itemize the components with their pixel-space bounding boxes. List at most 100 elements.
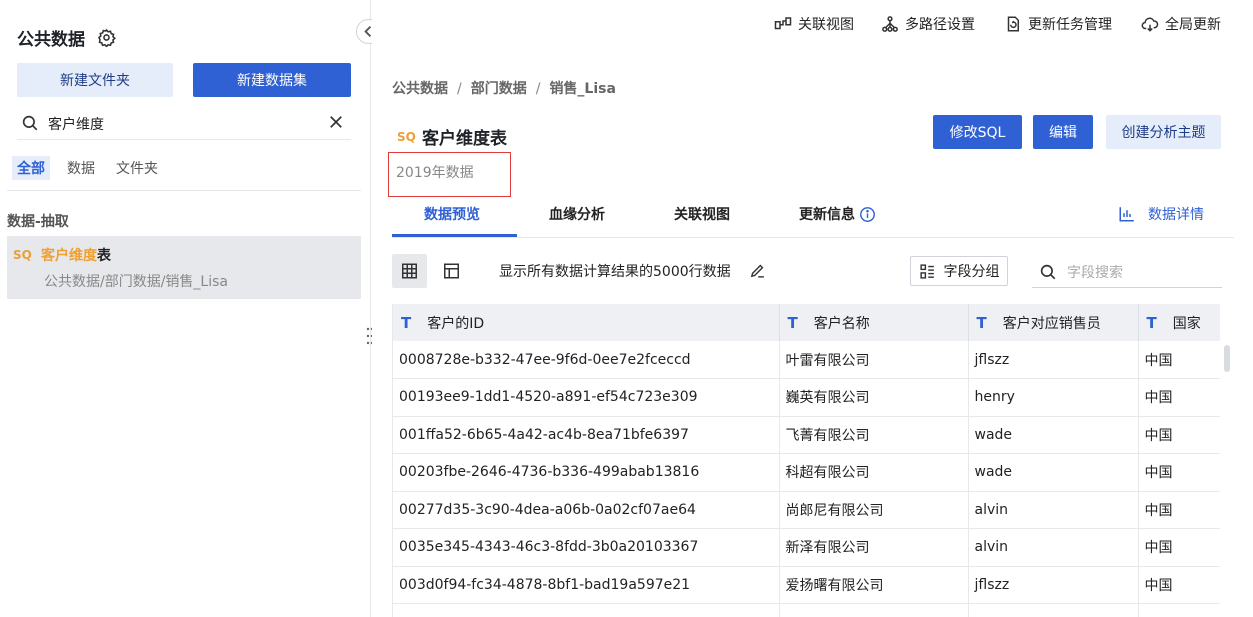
- field-group-icon: [919, 263, 934, 279]
- search-input[interactable]: 客户维度: [48, 114, 104, 134]
- table-cell: wade: [968, 453, 1139, 492]
- table-cell: 爱扬曙有限公司: [779, 566, 969, 604]
- layout-view-button[interactable]: [434, 254, 469, 288]
- column-header[interactable]: T 客户对应销售员: [968, 304, 1139, 341]
- sidebar-title: 公共数据: [17, 30, 85, 50]
- field-search[interactable]: 字段搜索: [1032, 256, 1222, 288]
- highlight-box: [388, 152, 511, 197]
- filter-all[interactable]: 全部: [12, 156, 50, 180]
- table-cell: 巍英有限公司: [779, 378, 969, 417]
- gear-icon[interactable]: [97, 28, 117, 48]
- table-row[interactable]: 001ffa52-6b65-4a42-ac4b-8ea71bfe6397 飞菁有限…: [393, 416, 1220, 454]
- table-cell: wade: [968, 416, 1139, 454]
- result-name-rest: 表: [97, 248, 111, 264]
- sql-type-glyph: SQL: [13, 248, 33, 261]
- table-row[interactable]: 0035e345-4343-46c3-8fdd-3b0a20103367 新泽有限…: [393, 528, 1220, 567]
- breadcrumb-item[interactable]: 部门数据: [471, 81, 527, 97]
- breadcrumb-item[interactable]: 公共数据: [392, 81, 448, 97]
- table-cell: 00203fbe-2646-4736-b336-499abab13816: [393, 453, 780, 492]
- data-detail-label: 数据详情: [1148, 207, 1204, 223]
- table-cell: 中国: [1138, 341, 1220, 379]
- table-cell: alvin: [968, 491, 1139, 529]
- column-header[interactable]: T 国家: [1138, 304, 1220, 341]
- table-row[interactable]: 0008728e-b332-47ee-9f6d-0ee7e2fceccd 叶雷有限…: [393, 341, 1220, 379]
- multipath-icon: [882, 16, 898, 32]
- table-row[interactable]: 00203fbe-2646-4736-b336-499abab13816 科超有限…: [393, 453, 1220, 492]
- sql-type-glyph: SQL: [397, 130, 417, 143]
- edit-button[interactable]: 编辑: [1033, 115, 1093, 149]
- table-cell: 飞菁有限公司: [779, 416, 969, 454]
- grid-view-button[interactable]: [392, 254, 427, 288]
- table-cell: 003d0f94-fc34-4878-8bf1-bad19a597e21: [393, 566, 780, 604]
- multipath-label: 多路径设置: [905, 17, 975, 33]
- sql-type-icon: SQL: [13, 247, 40, 264]
- create-analysis-topic-button[interactable]: 创建分析主题: [1106, 115, 1221, 149]
- filter-data[interactable]: 数据: [62, 156, 100, 180]
- table-row[interactable]: 00193ee9-1dd1-4520-a891-ef54c723e309 巍英有限…: [393, 378, 1220, 417]
- relation-view-button[interactable]: 关联视图: [774, 14, 854, 34]
- tab-data-preview[interactable]: 数据预览: [424, 204, 480, 224]
- sidebar-search[interactable]: 客户维度: [17, 106, 351, 140]
- global-update-label: 全局更新: [1165, 17, 1221, 33]
- data-detail-link[interactable]: 数据详情: [1118, 204, 1204, 224]
- table-cell: 中国: [1138, 378, 1220, 417]
- global-update-button[interactable]: 全局更新: [1141, 14, 1221, 34]
- result-path: 公共数据/部门数据/销售_Lisa: [44, 274, 228, 290]
- table-cell: 中国: [1138, 416, 1220, 454]
- column-header[interactable]: T 客户名称: [779, 304, 969, 341]
- field-search-input[interactable]: 字段搜索: [1067, 262, 1123, 282]
- field-group-button[interactable]: 字段分组: [910, 256, 1008, 286]
- tab-lineage[interactable]: 血缘分析: [549, 204, 605, 224]
- task-icon: [1007, 16, 1019, 32]
- group-title: 数据-抽取: [7, 214, 69, 230]
- filter-folder[interactable]: 文件夹: [111, 156, 163, 180]
- table-cell: jflszz: [968, 341, 1139, 379]
- table-row[interactable]: 003d0f94-fc34-4878-8bf1-bad19a597e21 爱扬曙有…: [393, 566, 1220, 604]
- top-toolbar: 关联视图 多路径设置 更新任务管理 全局更新: [372, 0, 1253, 49]
- layout-icon: [444, 263, 459, 279]
- close-icon[interactable]: [327, 113, 345, 131]
- multipath-settings-button[interactable]: 多路径设置: [881, 14, 975, 34]
- table-cell: 新泽有限公司: [779, 528, 969, 567]
- sidebar: 公共数据 新建文件夹 新建数据集 客户维度 全部 数据 文件夹 数据-抽取 SQ…: [0, 0, 374, 617]
- new-dataset-button[interactable]: 新建数据集: [193, 63, 351, 97]
- breadcrumb: 公共数据 / 部门数据 / 销售_Lisa: [392, 78, 616, 98]
- pencil-icon[interactable]: [749, 262, 766, 279]
- table-cell: jflszz: [968, 566, 1139, 604]
- update-task-management-button[interactable]: 更新任务管理: [1004, 14, 1112, 34]
- update-task-label: 更新任务管理: [1028, 17, 1112, 33]
- calc-note: 显示所有数据计算结果的5000行数据: [499, 264, 731, 280]
- breadcrumb-separator: /: [535, 81, 541, 97]
- tab-update-info-label: 更新信息: [799, 207, 855, 223]
- tab-update-info[interactable]: 更新信息: [799, 204, 876, 224]
- new-folder-button[interactable]: 新建文件夹: [17, 63, 173, 97]
- table-cell: 尚郎尼有限公司: [779, 491, 969, 529]
- divider: [7, 190, 361, 191]
- result-name: 客户维度表: [41, 245, 111, 265]
- search-result-item[interactable]: SQL 客户维度表 公共数据/部门数据/销售_Lisa: [7, 236, 361, 299]
- search-icon: [1039, 263, 1057, 281]
- page-title: 客户维度表: [422, 129, 507, 149]
- info-icon[interactable]: [859, 206, 876, 223]
- field-group-label: 字段分组: [943, 264, 1000, 280]
- tab-relation-view[interactable]: 关联视图: [674, 204, 730, 224]
- table-row[interactable]: [393, 603, 1220, 617]
- relation-view-icon: [774, 17, 792, 30]
- modify-sql-button[interactable]: 修改SQL: [933, 115, 1022, 149]
- table-row[interactable]: 00277d35-3c90-4dea-a06b-0a02cf07ae64 尚郎尼有…: [393, 491, 1220, 529]
- table-cell: [779, 603, 969, 617]
- table-cell: 00277d35-3c90-4dea-a06b-0a02cf07ae64: [393, 491, 780, 529]
- column-header[interactable]: T 客户的ID: [393, 304, 780, 341]
- table-cell: 叶雷有限公司: [779, 341, 969, 379]
- result-name-highlight: 客户维度: [41, 248, 97, 264]
- table-cell: 0035e345-4343-46c3-8fdd-3b0a20103367: [393, 528, 780, 567]
- column-header-label: 客户名称: [813, 315, 870, 332]
- column-header-label: 国家: [1172, 315, 1201, 332]
- cloud-refresh-icon: [1141, 17, 1159, 32]
- table-cell: 科超有限公司: [779, 453, 969, 492]
- table-cell: 中国: [1138, 491, 1220, 529]
- breadcrumb-item[interactable]: 销售_Lisa: [549, 81, 616, 97]
- table-cell: 00193ee9-1dd1-4520-a891-ef54c723e309: [393, 378, 780, 417]
- grid-icon: [402, 263, 417, 279]
- table-scrollbar[interactable]: [1224, 345, 1230, 372]
